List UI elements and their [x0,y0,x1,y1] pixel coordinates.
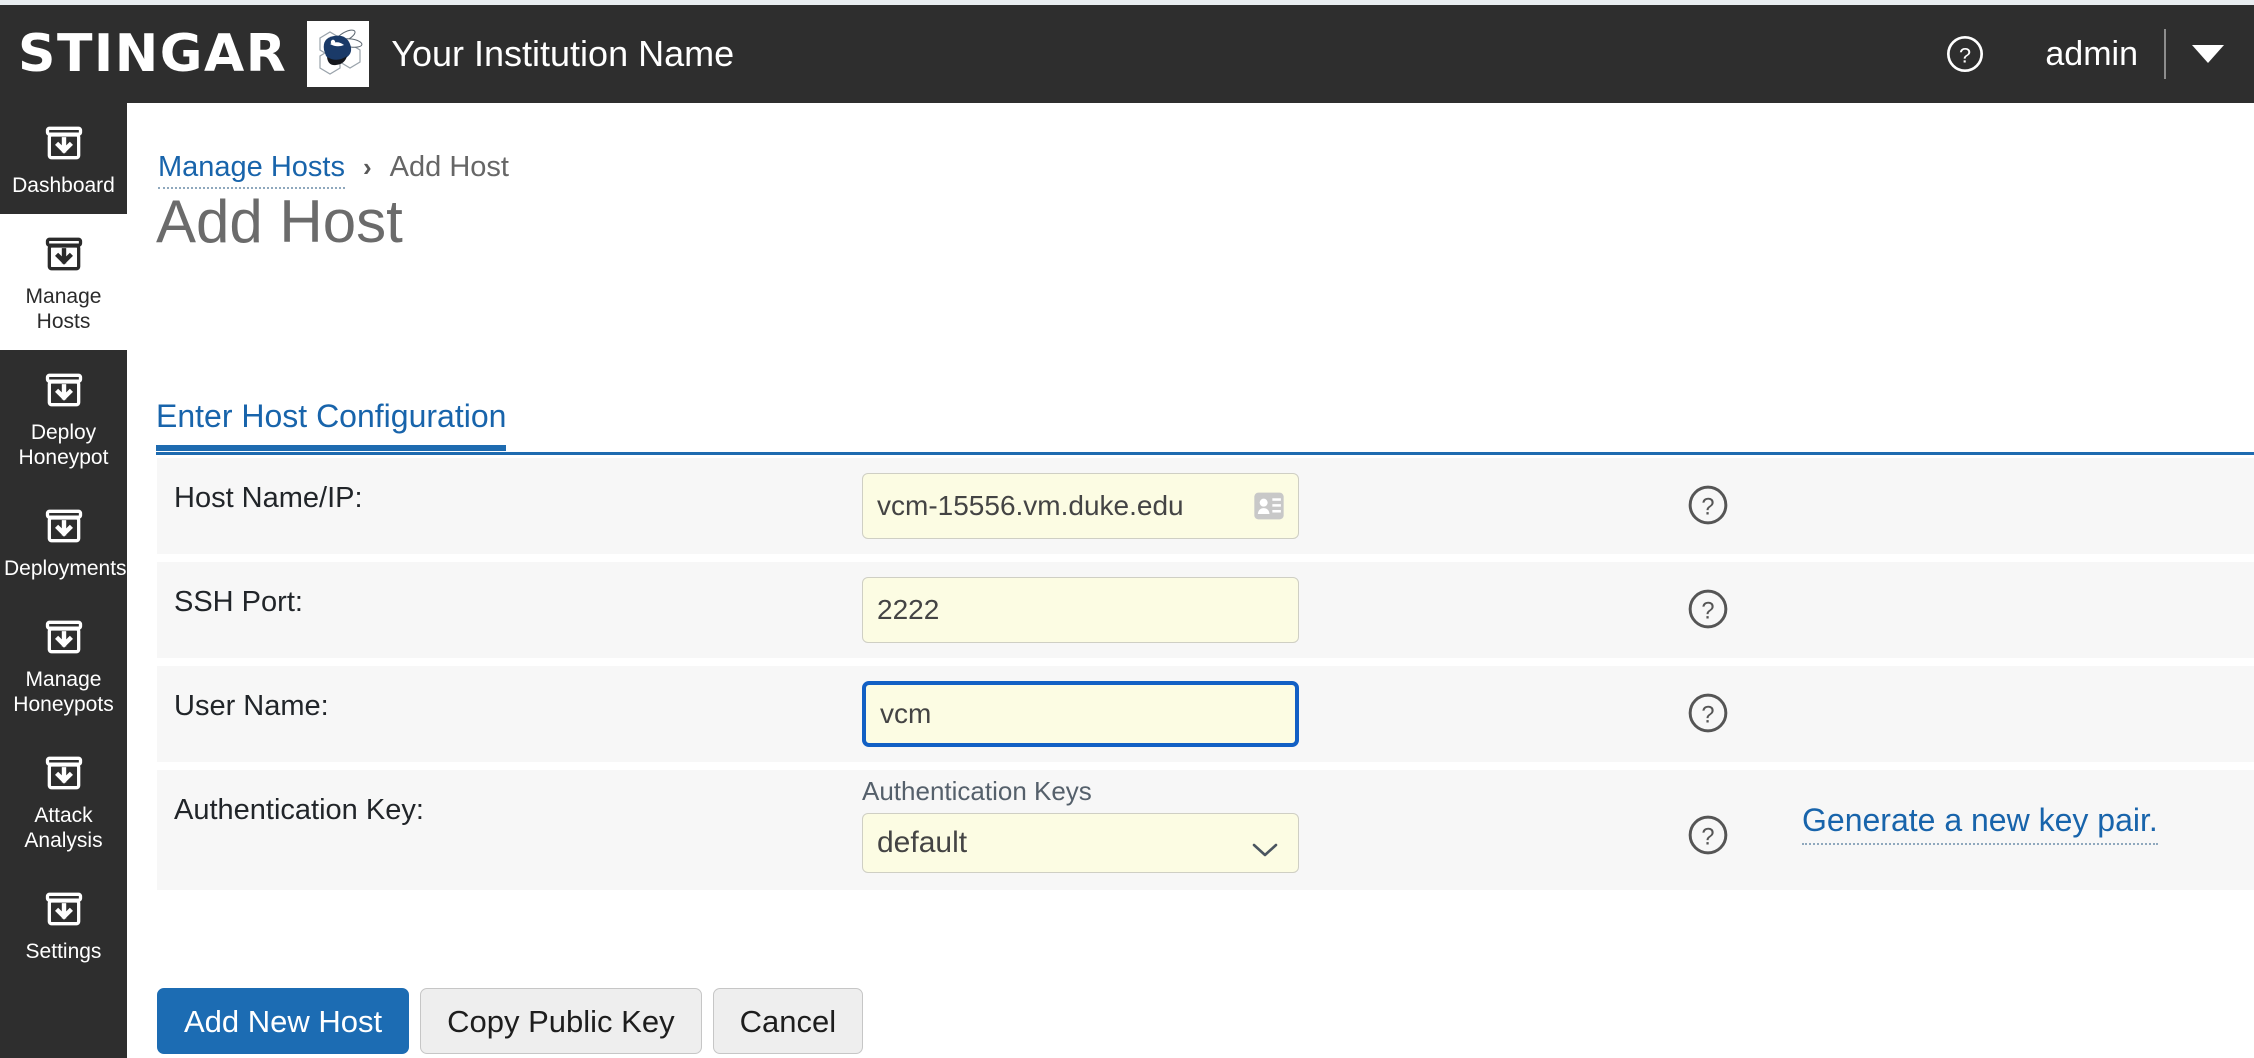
host-name-field-wrap: vcm-15556.vm.duke.edu [862,473,1299,539]
help-circle-icon[interactable]: ? [1687,484,1729,526]
add-new-host-button[interactable]: Add New Host [157,988,410,1054]
username-label[interactable]: admin [2045,35,2138,74]
form-button-bar: Add New Host Copy Public Key Cancel [157,988,864,1054]
archive-download-icon [42,615,86,659]
host-name-label: Host Name/IP: [174,482,363,514]
sidebar-item-label: Dashboard [12,174,115,197]
svg-text:?: ? [1959,43,1971,68]
header-right-controls: ? admin [1945,5,2254,103]
user-name-field-wrap: vcm [862,681,1299,747]
sidebar-item-label: Deploy Honeypot [18,421,109,469]
breadcrumb-separator-icon: › [363,152,372,182]
sidebar-item-deploy-honeypot[interactable]: Deploy Honeypot [0,350,127,486]
form-row-authentication-key: Authentication Key: Authentication Keys … [157,770,2254,890]
archive-download-icon [42,368,86,412]
user-name-label: User Name: [174,690,329,722]
brand-wordmark: STINGAR [18,24,288,84]
header-divider [2164,29,2166,79]
form-row-host-name: Host Name/IP: vcm-15556.vm.duke.edu ? [157,458,2254,554]
tab-bar-rule [156,452,2254,455]
svg-text:?: ? [1701,598,1714,624]
archive-download-icon [42,232,86,276]
institution-name: Your Institution Name [391,33,735,74]
authentication-keys-label: Authentication Keys [862,776,1092,806]
tab-bar: Enter Host Configuration [156,398,2254,455]
svg-text:?: ? [1701,824,1714,850]
sidebar-nav: Dashboard Manage Hosts Deploy Honeypot D… [0,103,127,1058]
host-configuration-form: Host Name/IP: vcm-15556.vm.duke.edu ? SS… [157,458,2254,898]
form-row-ssh-port: SSH Port: 2222 ? [157,562,2254,658]
archive-download-icon [42,504,86,548]
help-circle-icon[interactable]: ? [1945,34,1985,74]
authentication-key-label: Authentication Key: [174,794,424,826]
form-row-user-name: User Name: vcm ? [157,666,2254,762]
tab-enter-host-configuration[interactable]: Enter Host Configuration [156,398,507,451]
bee-honeycomb-logo [307,21,370,87]
authentication-key-field-wrap: Authentication Keys default [862,776,1299,873]
authentication-keys-select[interactable]: default [862,813,1299,873]
archive-download-icon [42,751,86,795]
help-circle-icon[interactable]: ? [1687,692,1729,734]
caret-down-icon[interactable] [2192,45,2224,63]
contact-card-icon[interactable] [1253,491,1285,521]
sidebar-item-settings[interactable]: Settings [0,869,127,980]
svg-text:?: ? [1701,494,1714,520]
help-circle-icon[interactable]: ? [1687,588,1729,630]
chevron-down-icon [1252,832,1278,857]
breadcrumb-current: Add Host [389,151,509,183]
cancel-button[interactable]: Cancel [712,988,864,1054]
page-title: Add Host [156,188,403,255]
user-name-input[interactable]: vcm [862,681,1299,747]
sidebar-item-manage-honeypots[interactable]: Manage Honeypots [0,597,127,733]
sidebar-item-label: Manage Honeypots [13,668,114,716]
sidebar-item-label: Deployments [4,557,127,580]
svg-text:?: ? [1701,702,1714,728]
ssh-port-field-wrap: 2222 [862,577,1299,643]
ssh-port-label: SSH Port: [174,586,303,618]
archive-download-icon [42,887,86,931]
archive-download-icon [42,121,86,165]
sidebar-item-label: Settings [25,940,102,963]
sidebar-item-label: Attack Analysis [24,804,103,852]
main-content: Manage Hosts › Add Host Add Host Enter H… [127,103,2254,1058]
sidebar-item-dashboard[interactable]: Dashboard [0,103,127,214]
sidebar-item-manage-hosts[interactable]: Manage Hosts [0,214,127,350]
copy-public-key-button[interactable]: Copy Public Key [420,988,702,1054]
sidebar-item-deployments[interactable]: Deployments [0,486,127,597]
app-header: STINGAR Your Institution Name ? admin [0,5,2254,103]
ssh-port-input[interactable]: 2222 [862,577,1299,643]
help-circle-icon[interactable]: ? [1687,814,1729,856]
sidebar-item-label: Manage Hosts [25,285,102,333]
sidebar-item-attack-analysis[interactable]: Attack Analysis [0,733,127,869]
authentication-keys-selected-value: default [877,826,968,859]
host-name-input[interactable]: vcm-15556.vm.duke.edu [862,473,1299,539]
generate-key-pair-link[interactable]: Generate a new key pair. [1802,802,2158,845]
